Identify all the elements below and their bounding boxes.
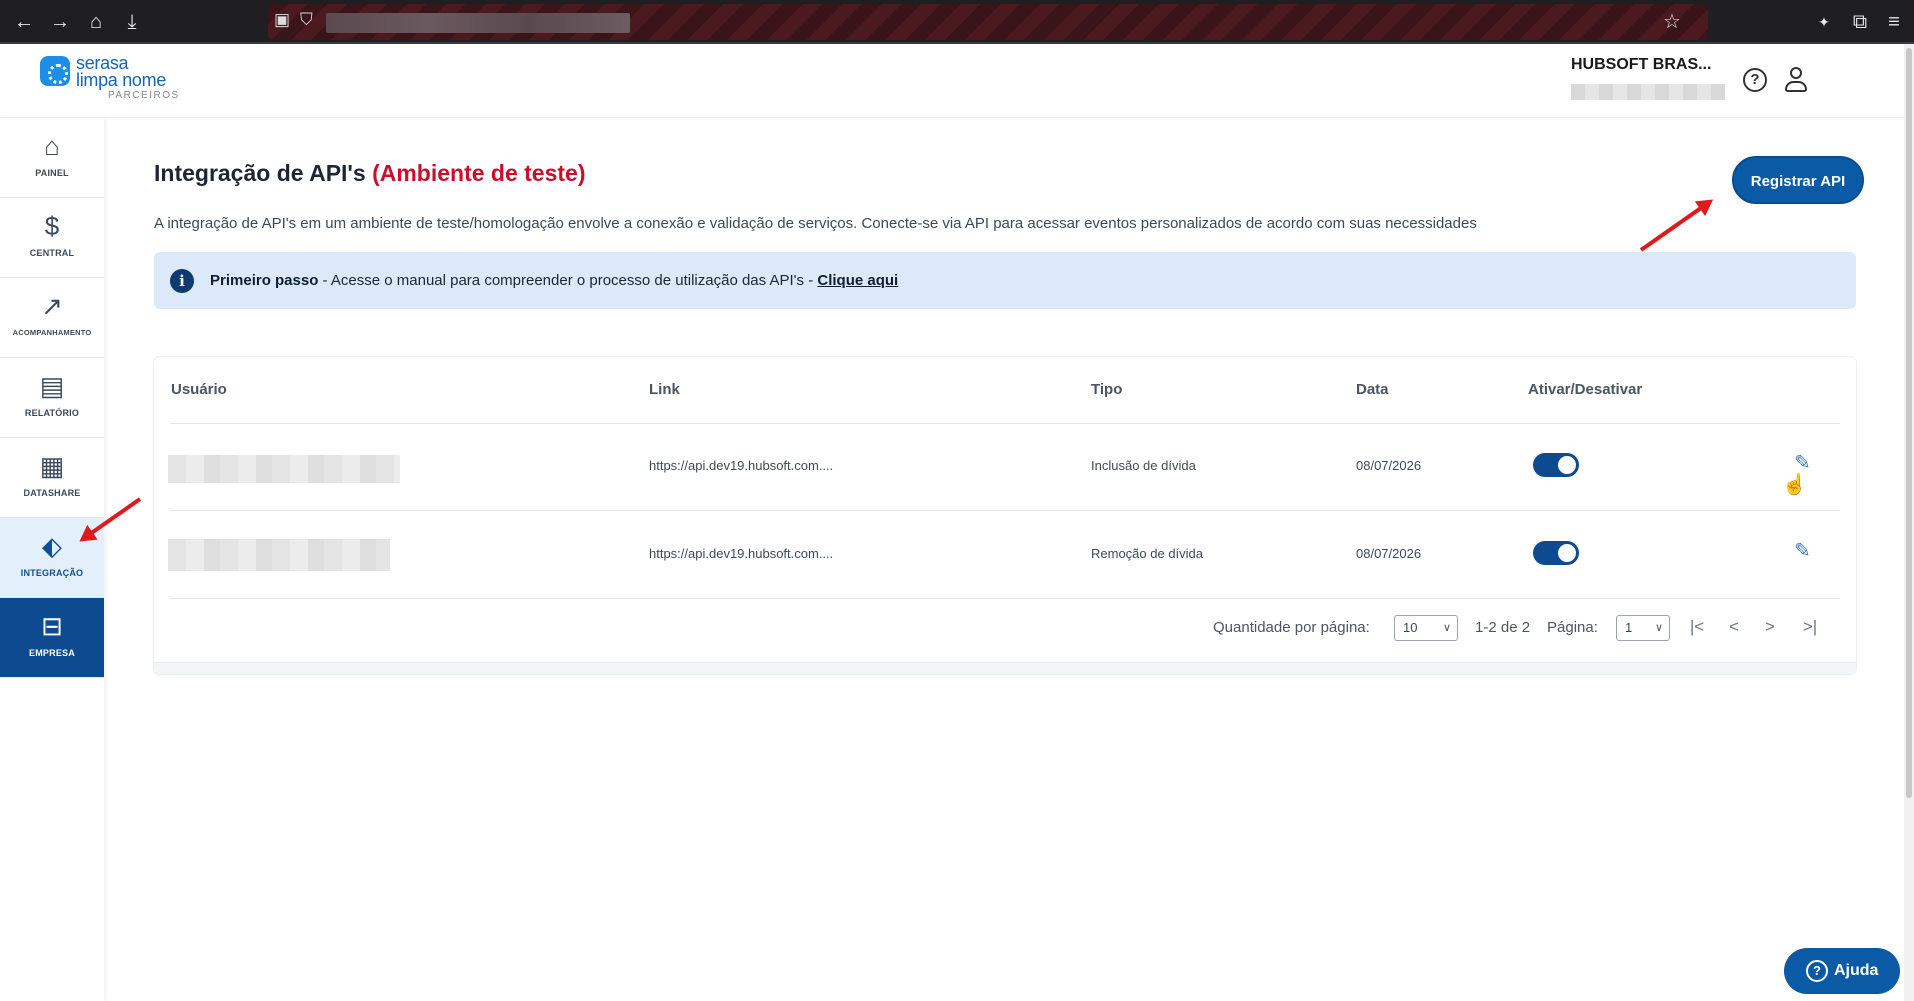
column-header-data[interactable]: Data [1356, 381, 1389, 398]
company-id-redacted [1571, 84, 1725, 100]
info-text-body: - Acesse o manual para compreender o pro… [318, 272, 818, 289]
serasa-logo[interactable]: serasa limpa nome PARCEIROS [40, 54, 190, 106]
row-data: 08/07/2026 [1356, 458, 1422, 473]
help-icon[interactable]: ? [1743, 68, 1767, 92]
integration-icon: ⬖ [42, 531, 62, 561]
shield-icon[interactable]: ⛉ [300, 10, 313, 30]
row-link: https://api.dev19.hubsoft.com.... [649, 546, 834, 561]
sidebar-item-label: RELATÓRIO [24, 408, 80, 418]
sidebar-item-label: INTEGRAÇÃO [20, 568, 84, 578]
sidebar: ⌂ PAINEL $ CENTRAL ↗ ACOMPANHAMENTO ▤ RE… [0, 118, 104, 1001]
column-header-tipo[interactable]: Tipo [1091, 381, 1122, 398]
info-text-bold: Primeiro passo [210, 272, 319, 289]
home-icon: ⌂ [44, 131, 60, 161]
star-icon[interactable]: ☆ [1660, 10, 1684, 34]
help-button-label: Ajuda [1834, 962, 1879, 979]
sidebar-item-label: PAINEL [35, 168, 69, 178]
download-icon[interactable]: ⤓ [120, 10, 144, 34]
back-icon[interactable]: ← [12, 10, 36, 34]
forward-icon[interactable]: → [48, 10, 72, 34]
column-header-ativar[interactable]: Ativar/Desativar [1528, 381, 1642, 398]
sidebar-item-central[interactable]: $ CENTRAL [0, 198, 104, 278]
scrollbar[interactable] [1904, 44, 1914, 1001]
sidebar-item-datashare[interactable]: ▦ DATASHARE [0, 438, 104, 518]
url-redacted [326, 13, 630, 33]
annotation-arrow-register [1639, 200, 1711, 252]
first-page-icon[interactable]: |< [1687, 615, 1707, 639]
page-title: Integração de API's (Ambiente de teste) [154, 160, 586, 187]
column-header-link[interactable]: Link [649, 381, 680, 398]
logo-text-limpa-nome: limpa nome [76, 70, 167, 90]
user-redacted [168, 455, 400, 483]
column-header-usuario[interactable]: Usuário [171, 381, 227, 398]
sidebar-item-painel[interactable]: ⌂ PAINEL [0, 118, 104, 198]
home-icon[interactable]: ⌂ [84, 10, 108, 34]
sidebar-item-empresa[interactable]: ⊟ EMPRESA [0, 598, 104, 678]
info-icon: i [170, 269, 194, 293]
money-hand-icon: $ [44, 211, 60, 241]
sidebar-item-label: DATASHARE [23, 488, 81, 498]
user-redacted [168, 539, 390, 571]
row-link: https://api.dev19.hubsoft.com.... [649, 458, 834, 473]
next-page-icon[interactable]: > [1760, 615, 1780, 639]
hand-cursor-icon: ☝ [1782, 474, 1807, 496]
page-title-environment: (Ambiente de teste) [372, 160, 586, 186]
activate-toggle[interactable] [1533, 541, 1579, 565]
per-page-label: Quantidade por página: [1213, 619, 1370, 636]
sidebar-item-acompanhamento[interactable]: ↗ ACOMPANHAMENTO [0, 278, 104, 358]
table-footer-strip [154, 662, 1856, 674]
page-label: Página: [1547, 619, 1598, 636]
grid-icon: ▦ [39, 451, 65, 481]
user-icon[interactable] [1783, 66, 1809, 94]
row-divider [170, 510, 1840, 511]
sidebar-item-label: ACOMPANHAMENTO [12, 328, 92, 337]
row-data: 08/07/2026 [1356, 546, 1422, 561]
app-header: serasa limpa nome PARCEIROS HUBSOFT BRAS… [0, 44, 1904, 118]
trend-icon: ↗ [41, 291, 63, 321]
extension-icon[interactable]: ✦ [1812, 10, 1836, 34]
scrollbar-thumb[interactable] [1906, 48, 1912, 798]
edit-pencil-icon[interactable]: ✎ [1794, 540, 1816, 562]
edit-pencil-icon[interactable]: ✎ [1794, 452, 1816, 474]
browser-toolbar: ← → ⌂ ⤓ ▣ ⛉ ☆ ✦ ⧉ ≡ [0, 0, 1914, 44]
header-divider [170, 423, 1840, 424]
per-page-select[interactable]: 10 ∨ [1394, 615, 1458, 641]
row-tipo: Inclusão de dívida [1091, 458, 1196, 473]
pagination-range: 1-2 de 2 [1475, 619, 1531, 636]
page-value: 1 [1625, 620, 1633, 635]
address-bar[interactable]: ▣ ⛉ [268, 4, 1708, 40]
row-tipo: Remoção de dívida [1091, 546, 1204, 561]
register-api-button[interactable]: Registrar API [1732, 156, 1864, 204]
chevron-down-icon: ∨ [1654, 622, 1663, 634]
info-banner: i Primeiro passo - Acesse o manual para … [154, 252, 1856, 309]
menu-icon[interactable]: ≡ [1882, 10, 1906, 34]
sidebar-item-label: EMPRESA [29, 648, 75, 658]
briefcase-icon: ⊟ [41, 611, 63, 641]
report-icon: ▤ [39, 371, 65, 401]
company-name: HUBSOFT BRAS... [1571, 56, 1712, 73]
page-info-icon[interactable]: ▣ [274, 10, 290, 30]
sidebar-item-relatorio[interactable]: ▤ RELATÓRIO [0, 358, 104, 438]
page-title-main: Integração de API's [154, 160, 366, 186]
logo-text-parceiros: PARCEIROS [108, 90, 180, 101]
api-table: Usuário Link Tipo Data Ativar/Desativar … [154, 357, 1856, 674]
page-select[interactable]: 1 ∨ [1616, 615, 1670, 641]
chevron-down-icon: ∨ [1442, 622, 1451, 634]
extensions-puzzle-icon[interactable]: ⧉ [1848, 10, 1872, 34]
help-circle-icon: ? [1806, 960, 1828, 982]
per-page-value: 10 [1403, 620, 1418, 635]
page-description: A integração de API's em um ambiente de … [154, 215, 1477, 232]
sidebar-item-label: CENTRAL [29, 248, 75, 258]
info-text: Primeiro passo - Acesse o manual para co… [210, 272, 898, 289]
serasa-logo-icon [40, 56, 70, 86]
last-page-icon[interactable]: >| [1800, 615, 1820, 639]
prev-page-icon[interactable]: < [1724, 615, 1744, 639]
help-button[interactable]: ? Ajuda [1784, 948, 1900, 994]
activate-toggle[interactable] [1533, 453, 1579, 477]
manual-link[interactable]: Clique aqui [817, 272, 898, 289]
row-divider [170, 598, 1840, 599]
